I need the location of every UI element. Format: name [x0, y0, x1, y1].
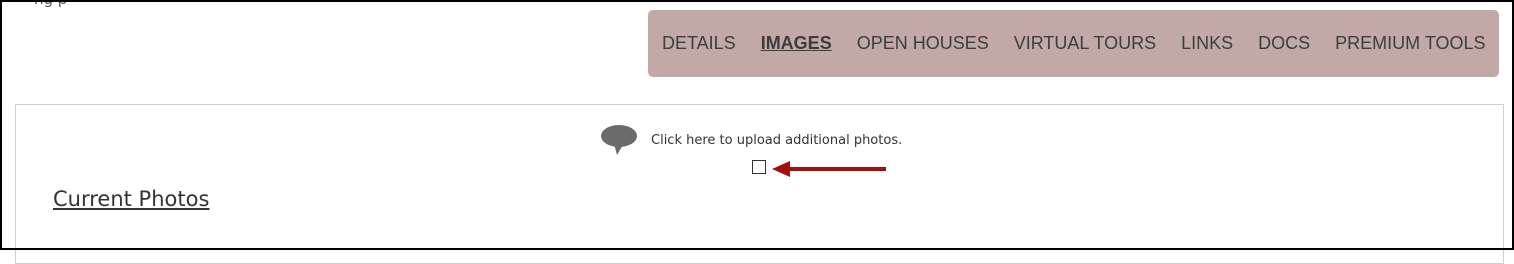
- tab-docs[interactable]: DOCS: [1258, 33, 1310, 54]
- tab-virtual-tours[interactable]: VIRTUAL TOURS: [1014, 33, 1156, 54]
- tab-images[interactable]: IMAGES: [761, 33, 832, 54]
- tab-details[interactable]: DETAILS: [662, 33, 736, 54]
- upload-photos-checkbox[interactable]: [752, 160, 766, 174]
- listing-tabs-bar: DETAILS IMAGES OPEN HOUSES VIRTUAL TOURS…: [648, 10, 1499, 77]
- upload-photos-row: Click here to upload additional photos.: [600, 124, 902, 156]
- tab-links[interactable]: LINKS: [1181, 33, 1233, 54]
- speech-bubble-icon: [600, 124, 638, 156]
- arrow-left-icon: [772, 161, 886, 177]
- tab-open-houses[interactable]: OPEN HOUSES: [857, 33, 989, 54]
- clipped-header-text: ng p: [34, 0, 67, 8]
- current-photos-heading: Current Photos: [53, 187, 210, 211]
- upload-photos-link[interactable]: Click here to upload additional photos.: [651, 133, 902, 148]
- tab-premium-tools[interactable]: PREMIUM TOOLS: [1335, 33, 1485, 54]
